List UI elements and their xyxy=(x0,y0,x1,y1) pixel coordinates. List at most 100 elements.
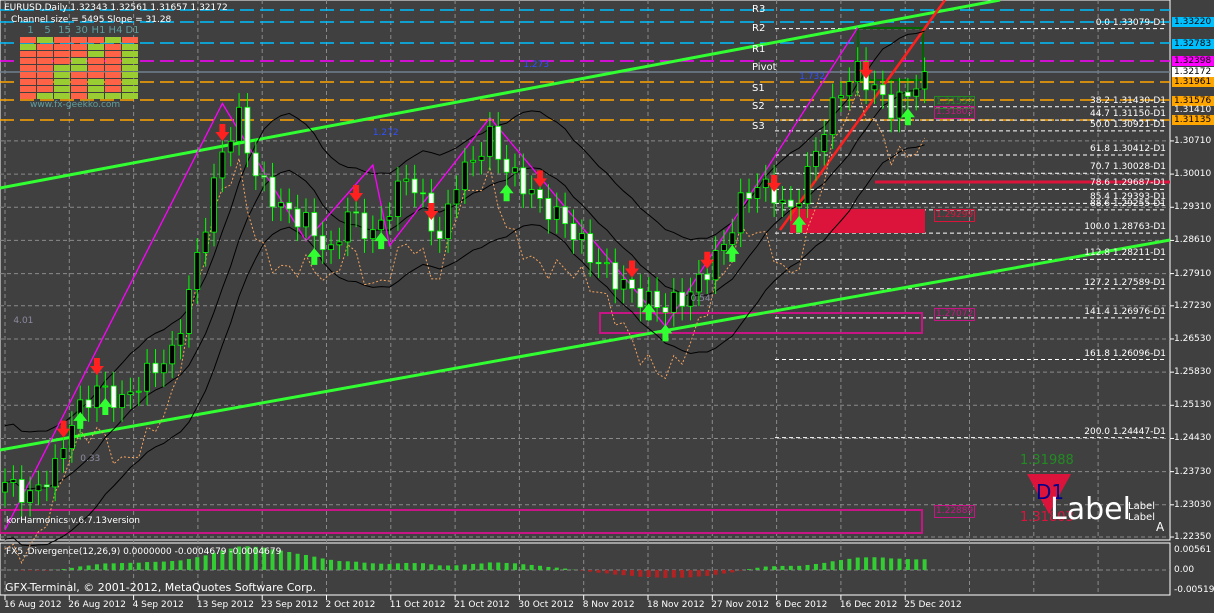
histogram-bar xyxy=(747,569,752,570)
heatmap-cell xyxy=(71,79,87,85)
candle-bearish xyxy=(110,385,117,409)
histogram-bar xyxy=(78,566,83,570)
heatmap-cell xyxy=(54,93,70,99)
candle-bullish xyxy=(528,189,535,195)
histogram-bar xyxy=(86,565,91,570)
histogram-bar xyxy=(897,558,902,570)
candle-bullish xyxy=(729,232,736,245)
pivot-label-pivot: Pivot xyxy=(752,62,777,73)
up-arrow-icon xyxy=(73,411,88,429)
heatmap-cell xyxy=(88,58,104,64)
heatmap-cell xyxy=(20,79,36,85)
price-tag: 1.32172 xyxy=(1172,67,1214,77)
candle-bullish xyxy=(369,229,376,240)
histogram-bar xyxy=(178,560,183,570)
histogram-bar xyxy=(61,568,66,570)
histogram-bar xyxy=(354,561,359,570)
histogram-bar xyxy=(797,565,802,570)
histogram-bar xyxy=(847,558,852,570)
up-arrow-icon xyxy=(499,184,514,202)
pivot-label-s3: S3 xyxy=(752,121,765,132)
widget-small-label-1: Label xyxy=(1128,501,1155,512)
heatmap-cell xyxy=(20,51,36,57)
candle-bullish xyxy=(896,91,903,119)
candle-bearish xyxy=(662,307,669,313)
date-label: 21 Oct 2012 xyxy=(454,600,510,610)
timeframe-label: 30 xyxy=(75,25,88,36)
heatmap-cell xyxy=(54,58,70,64)
histogram-bar xyxy=(454,565,459,570)
zone-price-label: 1.31803 xyxy=(934,106,976,120)
candle-bullish xyxy=(478,155,485,161)
candle-bullish xyxy=(804,166,811,205)
heatmap-cell xyxy=(71,93,87,99)
website-label: www.fx-geekko.com xyxy=(30,100,121,110)
histogram-bar xyxy=(462,564,467,570)
histogram-bar xyxy=(412,563,417,570)
candle-bullish xyxy=(186,289,192,334)
heatmap-cell xyxy=(122,65,138,71)
candle-bullish xyxy=(135,390,142,393)
candle-bearish xyxy=(269,176,276,208)
price-axis-label: 1.30010 xyxy=(1174,169,1212,180)
heatmap-cell xyxy=(105,79,121,85)
price-axis-label: 1.25830 xyxy=(1174,367,1212,378)
price-axis-label: 1.26530 xyxy=(1174,333,1212,344)
date-label: 6 Dec 2012 xyxy=(775,600,828,610)
candle-bullish xyxy=(604,262,610,265)
candle-bearish xyxy=(595,262,602,265)
histogram-bar xyxy=(496,562,501,570)
heatmap-cell xyxy=(71,51,87,57)
symbol-info: EURUSD,Daily 1.32343 1.32561 1.31657 1.3… xyxy=(4,3,228,13)
histogram-bar xyxy=(329,559,334,570)
candle-bearish xyxy=(411,178,418,194)
histogram-bar xyxy=(772,566,777,570)
candle-bullish xyxy=(10,479,17,483)
candle-bullish xyxy=(854,61,861,83)
price-axis-label: 1.23730 xyxy=(1174,466,1212,477)
fib-label: 161.8 1.26096-D1 xyxy=(1084,348,1166,359)
heatmap-cell xyxy=(122,37,138,43)
histogram-bar xyxy=(721,570,726,574)
date-label: 8 Nov 2012 xyxy=(582,600,635,610)
histogram-bar xyxy=(630,570,634,576)
candle-bearish xyxy=(286,202,293,210)
candle-bullish xyxy=(829,97,836,136)
histogram-bar xyxy=(312,556,317,570)
candle-bullish xyxy=(670,291,677,313)
heatmap-cell xyxy=(37,58,53,64)
candle-bullish xyxy=(52,458,59,488)
pattern-ratio-label: 0.33 xyxy=(80,453,101,464)
heatmap-cell xyxy=(20,93,36,99)
heatmap-cell xyxy=(122,58,138,64)
candle-bearish xyxy=(43,484,50,488)
heatmap-cell xyxy=(88,79,104,85)
down-arrow-icon xyxy=(767,174,782,192)
heatmap-cell xyxy=(54,51,70,57)
histogram-bar xyxy=(161,561,166,570)
heatmap-cell xyxy=(88,72,104,78)
heatmap-cell xyxy=(122,51,138,57)
candle-bearish xyxy=(85,399,92,409)
date-label: 30 Oct 2012 xyxy=(518,600,575,610)
histogram-bar xyxy=(621,570,626,576)
candle-bearish xyxy=(570,223,577,240)
histogram-bar xyxy=(613,570,618,575)
histogram-bar xyxy=(446,565,451,570)
pivot-label-r1: R1 xyxy=(752,44,766,55)
candle-bullish xyxy=(277,202,284,208)
pattern-ratio-label: 1.272 xyxy=(372,127,399,138)
price-tag: 1.32398 xyxy=(1172,56,1214,66)
heatmap-cell xyxy=(54,37,70,43)
heatmap-cell xyxy=(20,86,36,92)
bollinger-lower xyxy=(4,144,925,547)
histogram-bar xyxy=(320,558,325,570)
heatmap-cell xyxy=(37,72,53,78)
heatmap-cell xyxy=(71,37,87,43)
candle-bearish xyxy=(436,230,443,240)
candle-bullish xyxy=(169,344,176,365)
date-label: 11 Oct 2012 xyxy=(389,600,446,610)
down-arrow-icon xyxy=(349,184,364,202)
histogram-bar xyxy=(345,561,350,570)
candle-bullish xyxy=(846,81,853,97)
